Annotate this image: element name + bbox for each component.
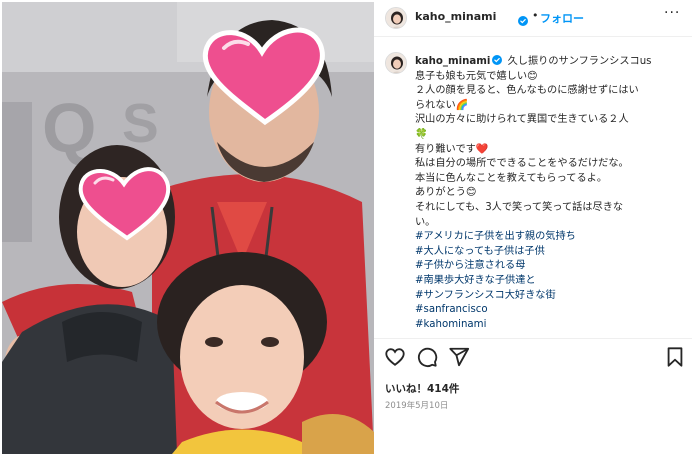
caption-line: 🍀 bbox=[415, 128, 428, 140]
caption-line: 息子も娘も元気で嬉しい😊 bbox=[415, 70, 538, 82]
caption-line: 沢山の方々に助けられて異国で生きている２人 bbox=[415, 114, 629, 126]
verified-badge-icon bbox=[492, 55, 503, 65]
caption-line: られない🌈 bbox=[415, 99, 469, 111]
caption-line: 有り難いです❤️ bbox=[415, 143, 489, 155]
actions-divider bbox=[374, 338, 692, 339]
verified-badge-icon bbox=[518, 11, 528, 26]
post-header: kaho_minami • フォロー ··· bbox=[374, 2, 692, 36]
caption-avatar[interactable] bbox=[385, 52, 407, 74]
caption-text: kaho_minami 久し振りのサンフランシスコus 息子も娘も元気で嬉しい😊… bbox=[415, 55, 683, 332]
caption-line: kaho_minami 久し振りのサンフランシスコus bbox=[415, 55, 683, 70]
caption-line-text: 久し振りのサンフランシスコus bbox=[507, 56, 652, 67]
ellipsis-icon[interactable]: ··· bbox=[664, 5, 680, 21]
hashtag-link[interactable]: #サンフランシスコ大好きな街 bbox=[415, 289, 683, 304]
paper-plane-icon[interactable] bbox=[448, 346, 470, 368]
hashtag-link[interactable]: #大人になっても子供は子供 bbox=[415, 245, 683, 260]
header-divider bbox=[374, 36, 692, 37]
hashtag-link[interactable]: #kahominami bbox=[415, 318, 683, 333]
hashtag-link[interactable]: #南果歩大好きな子供達と bbox=[415, 274, 683, 289]
post-date: 2019年5月10日 bbox=[385, 401, 449, 411]
author-username[interactable]: kaho_minami bbox=[415, 10, 496, 23]
caption-line: ２人の顔を見ると、色んなものに感謝せずにはい bbox=[415, 85, 639, 97]
author-avatar[interactable] bbox=[385, 7, 407, 29]
action-bar bbox=[374, 346, 692, 372]
follow-button[interactable]: フォロー bbox=[540, 10, 584, 26]
instagram-post-embed: Q S kaho_minami • フォロー ··· kaho_minami 久… bbox=[0, 0, 694, 456]
like-count[interactable]: いいね！414件 bbox=[385, 381, 459, 396]
caption-line: それにしても、3人で笑って笑って話は尽きな bbox=[415, 201, 624, 213]
caption-line: い。 bbox=[415, 216, 436, 228]
bookmark-icon[interactable] bbox=[664, 346, 686, 368]
caption-line: ありがとう😊 bbox=[415, 187, 477, 199]
post-side-panel: kaho_minami • フォロー ··· kaho_minami 久し振りの… bbox=[374, 2, 692, 454]
speech-bubble-icon[interactable] bbox=[416, 346, 438, 368]
caption-line: 本当に色んなことを教えてもらってるよ。 bbox=[415, 172, 608, 184]
separator-dot: • bbox=[532, 9, 539, 22]
post-photo[interactable]: Q S bbox=[2, 2, 374, 454]
hashtag-link[interactable]: #子供から注意される母 bbox=[415, 259, 683, 274]
heart-outline-icon[interactable] bbox=[384, 346, 406, 368]
svg-text:S: S bbox=[122, 92, 159, 154]
hashtag-link[interactable]: #sanfrancisco bbox=[415, 303, 683, 318]
photo-illustration: Q S bbox=[2, 2, 374, 454]
caption-line: 私は自分の場所でできることをやるだけだな。 bbox=[415, 158, 629, 170]
caption-username[interactable]: kaho_minami bbox=[415, 56, 490, 67]
hashtag-link[interactable]: #アメリカに子供を出す親の気持ち bbox=[415, 230, 683, 245]
